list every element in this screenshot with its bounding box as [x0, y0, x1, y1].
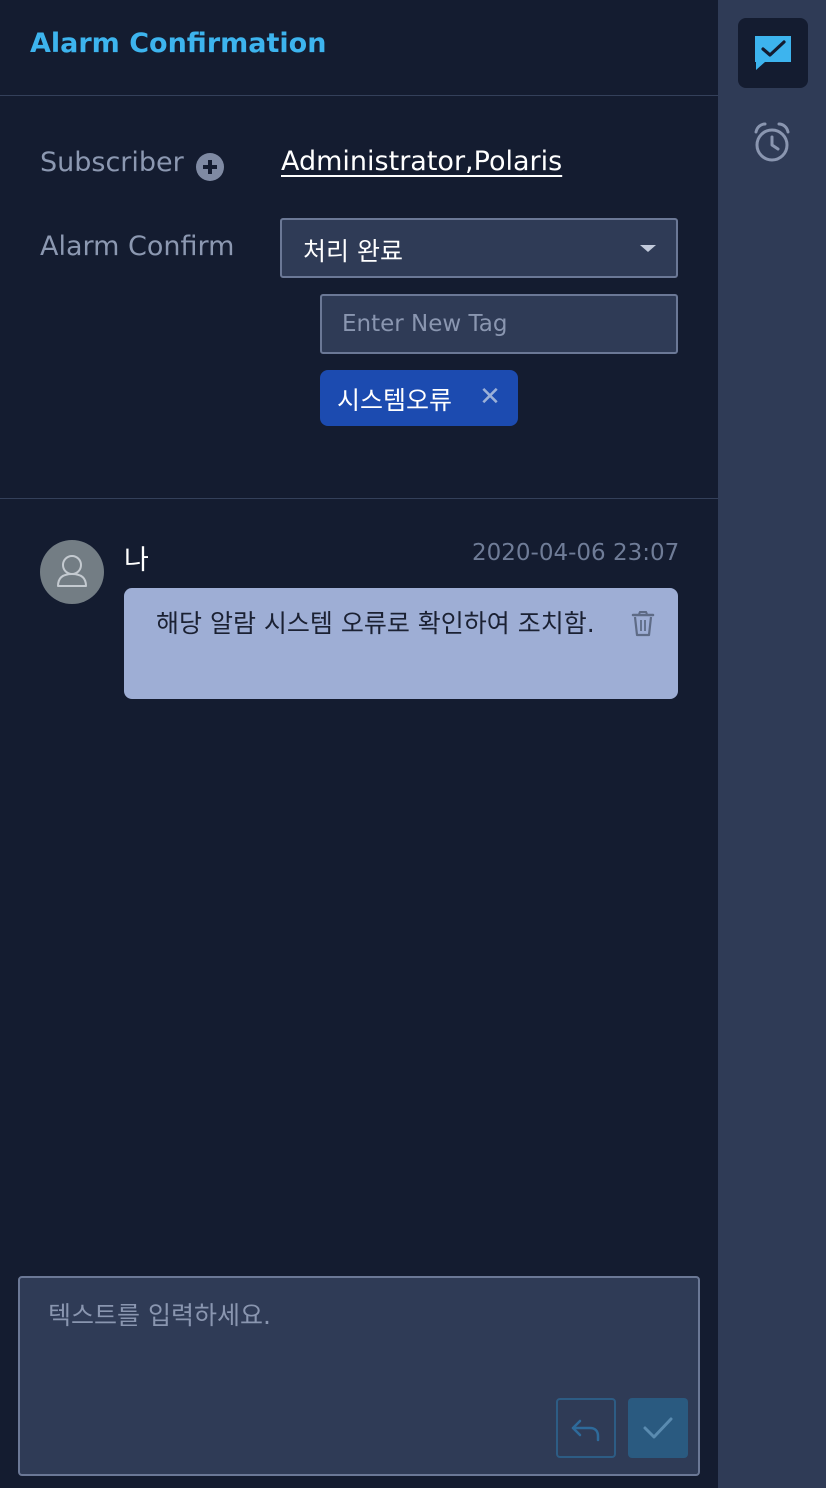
add-subscriber-icon[interactable] — [196, 153, 224, 181]
subscriber-label: Subscriber — [40, 147, 184, 178]
subscriber-link[interactable]: Administrator,Polaris — [281, 146, 562, 177]
undo-button[interactable] — [556, 1398, 616, 1458]
panel-header: Alarm Confirmation — [0, 0, 718, 96]
right-sidebar — [718, 0, 826, 1488]
remove-tag-icon[interactable]: ✕ — [478, 383, 502, 411]
section-divider — [0, 498, 718, 499]
sidebar-item-alarm[interactable] — [738, 108, 808, 178]
trash-icon[interactable] — [630, 610, 656, 638]
comment-input[interactable] — [18, 1276, 700, 1394]
sidebar-item-alarm-confirm[interactable] — [738, 18, 808, 88]
alarm-confirm-label: Alarm Confirm — [40, 231, 235, 262]
chat-check-icon — [755, 36, 791, 70]
new-tag-input[interactable] — [320, 294, 678, 354]
comment-author: 나 — [124, 545, 149, 576]
page-title: Alarm Confirmation — [30, 28, 327, 59]
comment-bubble: 해당 알람 시스템 오류로 확인하여 조치함. — [124, 588, 678, 699]
avatar — [40, 540, 104, 604]
alarm-confirm-value: 처리 완료 — [303, 237, 403, 266]
user-icon — [57, 555, 87, 587]
check-icon — [643, 1417, 673, 1439]
alarm-confirm-select[interactable]: 처리 완료 — [280, 218, 678, 278]
comment-timestamp: 2020-04-06 23:07 — [472, 540, 680, 566]
tag-label: 시스템오류 — [337, 386, 453, 415]
submit-button[interactable] — [628, 1398, 688, 1458]
alarm-clock-icon — [754, 122, 790, 162]
alarm-confirmation-panel: Alarm Confirmation Subscriber Administra… — [0, 0, 718, 1488]
undo-icon — [571, 1419, 600, 1442]
chevron-down-icon — [640, 245, 656, 252]
comment-text: 해당 알람 시스템 오류로 확인하여 조치함. — [156, 609, 595, 638]
